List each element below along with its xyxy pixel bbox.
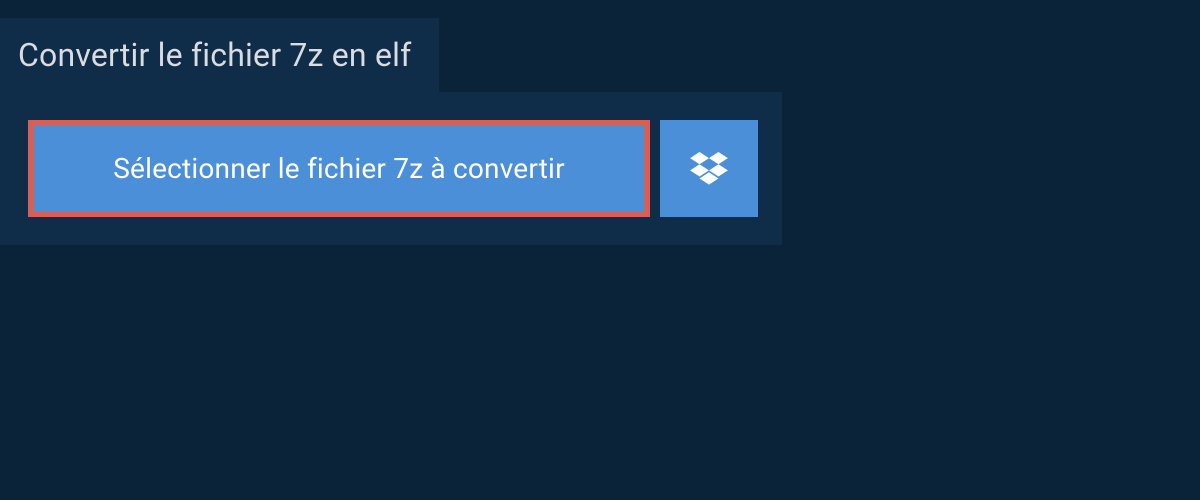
page-title: Convertir le fichier 7z en elf xyxy=(18,36,411,74)
select-file-button-label: Sélectionner le fichier 7z à convertir xyxy=(113,152,565,185)
page-title-container: Convertir le fichier 7z en elf xyxy=(0,18,439,92)
upload-panel: Sélectionner le fichier 7z à convertir xyxy=(0,92,782,245)
select-file-button[interactable]: Sélectionner le fichier 7z à convertir xyxy=(28,120,650,217)
dropbox-button[interactable] xyxy=(660,120,758,217)
dropbox-icon xyxy=(690,152,728,186)
